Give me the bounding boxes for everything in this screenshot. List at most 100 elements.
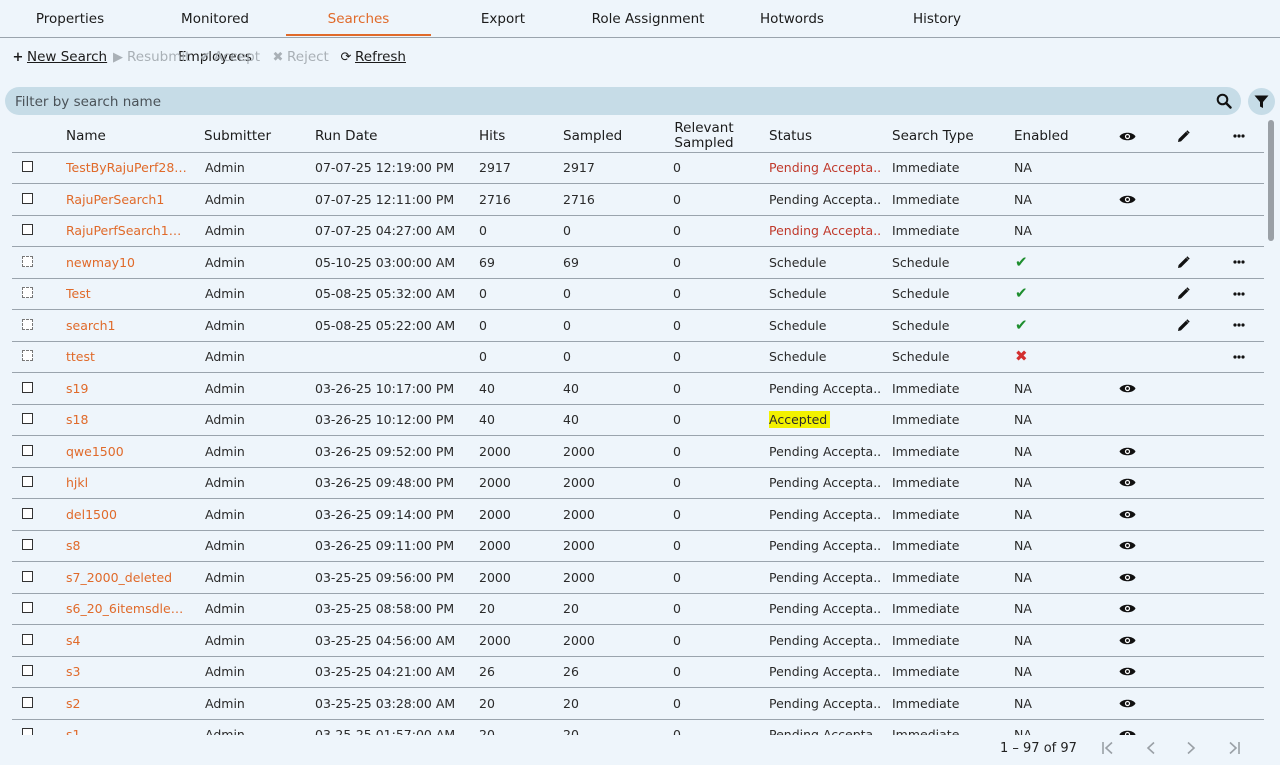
table-row[interactable]: s3 Admin 03-25-25 04:21:00 AM 26 26 0 Pending …: [12, 656, 1264, 688]
search-name-link[interactable]: del1500: [66, 499, 188, 530]
search-name-link[interactable]: s3: [66, 656, 188, 687]
ellipsis-icon[interactable]: [1228, 247, 1250, 278]
search-input[interactable]: [13, 89, 1197, 115]
table-row[interactable]: ttest Admin 0 0 0 Schedule Schedule ✖: [12, 341, 1264, 373]
eye-icon[interactable]: [1116, 436, 1138, 467]
table-row[interactable]: del1500 Admin 03-26-25 09:14:00 PM 2000 2000…: [12, 499, 1264, 531]
row-checkbox[interactable]: [22, 224, 33, 235]
row-checkbox[interactable]: [22, 476, 33, 487]
resubmit-button[interactable]: ▶ Resubmit: [112, 44, 190, 70]
column-header-submitter[interactable]: Submitter: [204, 120, 271, 152]
column-header-enabled[interactable]: Enabled: [1014, 120, 1069, 152]
table-row[interactable]: hjkl Admin 03-26-25 09:48:00 PM 2000 2000 0 Pe…: [12, 467, 1264, 499]
table-row[interactable]: s4 Admin 03-25-25 04:56:00 AM 2000 2000 0 Pend…: [12, 625, 1264, 657]
row-checkbox[interactable]: [22, 539, 33, 550]
eye-icon[interactable]: [1116, 562, 1138, 593]
column-header-name[interactable]: Name: [66, 120, 106, 152]
search-name-link[interactable]: s2: [66, 688, 188, 719]
row-checkbox[interactable]: [22, 381, 33, 393]
column-header-sampled[interactable]: Sampled: [563, 120, 622, 152]
table-row[interactable]: search1 Admin 05-08-25 05:22:00 AM 0 0 0 Sched…: [12, 310, 1264, 342]
search-name-link[interactable]: s8: [66, 530, 188, 561]
eye-icon[interactable]: [1116, 499, 1138, 530]
table-row[interactable]: TestByRajuPerf2800 Admin 07-07-25 12:19:00…: [12, 152, 1264, 184]
pencil-icon[interactable]: [1172, 247, 1194, 278]
ellipsis-icon[interactable]: [1228, 310, 1250, 341]
row-checkbox[interactable]: [22, 161, 33, 172]
tab-searches[interactable]: Searches: [286, 0, 431, 37]
next-page-icon[interactable]: [1181, 740, 1201, 760]
table-row[interactable]: newmay10 Admin 05-10-25 03:00:00 AM 69 69 0 Sc…: [12, 247, 1264, 279]
filter-button[interactable]: [1248, 88, 1275, 115]
table-row[interactable]: s1 Admin 03-25-25 01:57:00 AM 20 20 0 Pending …: [12, 719, 1264, 735]
row-checkbox[interactable]: [22, 444, 33, 456]
tab-properties[interactable]: Properties: [30, 0, 110, 37]
search-name-link[interactable]: s18: [66, 404, 188, 435]
search-name-link[interactable]: ttest: [66, 341, 188, 372]
table-row[interactable]: s18 Admin 03-26-25 10:12:00 PM 40 40 0 Accepte…: [12, 404, 1264, 436]
column-header-relevant-sampled[interactable]: Relevant Sampled: [669, 121, 739, 153]
row-checkbox[interactable]: [22, 318, 33, 330]
search-name-link[interactable]: newmay10: [66, 247, 188, 278]
column-header-hits[interactable]: Hits: [479, 120, 505, 152]
search-name-link[interactable]: RajuPerSearch1: [66, 184, 188, 215]
accept-button[interactable]: ✔ Accept: [199, 44, 260, 70]
reject-button[interactable]: ✖ Reject: [272, 44, 329, 70]
ellipsis-icon[interactable]: [1228, 278, 1250, 309]
row-checkbox[interactable]: [22, 255, 33, 267]
table-row[interactable]: RajuPerSearch1 Admin 07-07-25 12:11:00 PM 2…: [12, 184, 1264, 216]
tab-export[interactable]: Export: [470, 0, 536, 37]
eye-icon[interactable]: [1116, 719, 1138, 735]
eye-icon[interactable]: [1116, 688, 1138, 719]
row-checkbox[interactable]: [22, 696, 33, 708]
row-checkbox[interactable]: [22, 633, 33, 645]
eye-icon[interactable]: [1116, 656, 1138, 687]
eye-icon[interactable]: [1116, 530, 1138, 561]
tab-monitored-employees[interactable]: Monitored Employees: [148, 0, 282, 65]
table-row[interactable]: s7_2000_deleted Admin 03-25-25 09:56:00 PM…: [12, 562, 1264, 594]
eye-icon[interactable]: [1116, 593, 1138, 624]
tab-history[interactable]: History: [906, 0, 968, 37]
tab-hotwords[interactable]: Hotwords: [752, 0, 832, 37]
last-page-icon[interactable]: [1224, 740, 1244, 760]
eye-icon[interactable]: [1116, 467, 1138, 498]
pencil-icon[interactable]: [1172, 278, 1194, 309]
search-name-link[interactable]: s19: [66, 373, 188, 404]
search-name-link[interactable]: s6_20_6itemsdleete...: [66, 593, 188, 624]
search-name-link[interactable]: TestByRajuPerf2800: [66, 152, 188, 183]
table-row[interactable]: s6_20_6itemsdleete... Admin 03-25-25 08:58…: [12, 593, 1264, 625]
table-row[interactable]: s2 Admin 03-25-25 03:28:00 AM 20 20 0 Pending …: [12, 688, 1264, 720]
search-name-link[interactable]: hjkl: [66, 467, 188, 498]
row-checkbox[interactable]: [22, 507, 33, 519]
search-name-link[interactable]: qwe1500: [66, 436, 188, 467]
previous-page-icon[interactable]: [1141, 740, 1161, 760]
search-name-link[interactable]: s7_2000_deleted: [66, 562, 188, 593]
eye-icon[interactable]: [1116, 373, 1138, 404]
first-page-icon[interactable]: [1098, 740, 1118, 760]
row-checkbox[interactable]: [22, 728, 33, 735]
search-name-link[interactable]: search1: [66, 310, 188, 341]
tab-role-assignment[interactable]: Role Assignment: [588, 0, 708, 37]
search-name-link[interactable]: s1: [66, 719, 188, 735]
search-icon[interactable]: [1216, 93, 1232, 109]
search-name-link[interactable]: Test: [66, 278, 188, 309]
row-checkbox[interactable]: [22, 602, 33, 613]
row-checkbox[interactable]: [22, 350, 33, 361]
row-checkbox[interactable]: [22, 192, 33, 204]
table-row[interactable]: s19 Admin 03-26-25 10:17:00 PM 40 40 0 Pending…: [12, 373, 1264, 405]
row-checkbox[interactable]: [22, 570, 33, 582]
table-row[interactable]: RajuPerfSearch100x... Admin 07-07-25 04:27…: [12, 215, 1264, 247]
table-row[interactable]: qwe1500 Admin 03-26-25 09:52:00 PM 2000 2000…: [12, 436, 1264, 468]
column-header-status[interactable]: Status: [769, 120, 812, 152]
table-row[interactable]: Test Admin 05-08-25 05:32:00 AM 0 0 0 Schedule…: [12, 278, 1264, 310]
vertical-scrollbar[interactable]: [1268, 120, 1274, 735]
search-name-link[interactable]: s4: [66, 625, 188, 656]
new-search-button[interactable]: + New Search: [12, 44, 108, 70]
eye-icon[interactable]: [1116, 625, 1138, 656]
refresh-button[interactable]: ⟳ Refresh: [340, 44, 406, 70]
scrollbar-thumb[interactable]: [1268, 120, 1274, 241]
column-header-search-type[interactable]: Search Type: [892, 120, 974, 152]
ellipsis-icon[interactable]: [1228, 341, 1250, 372]
row-checkbox[interactable]: [22, 665, 33, 676]
eye-icon[interactable]: [1116, 184, 1138, 215]
